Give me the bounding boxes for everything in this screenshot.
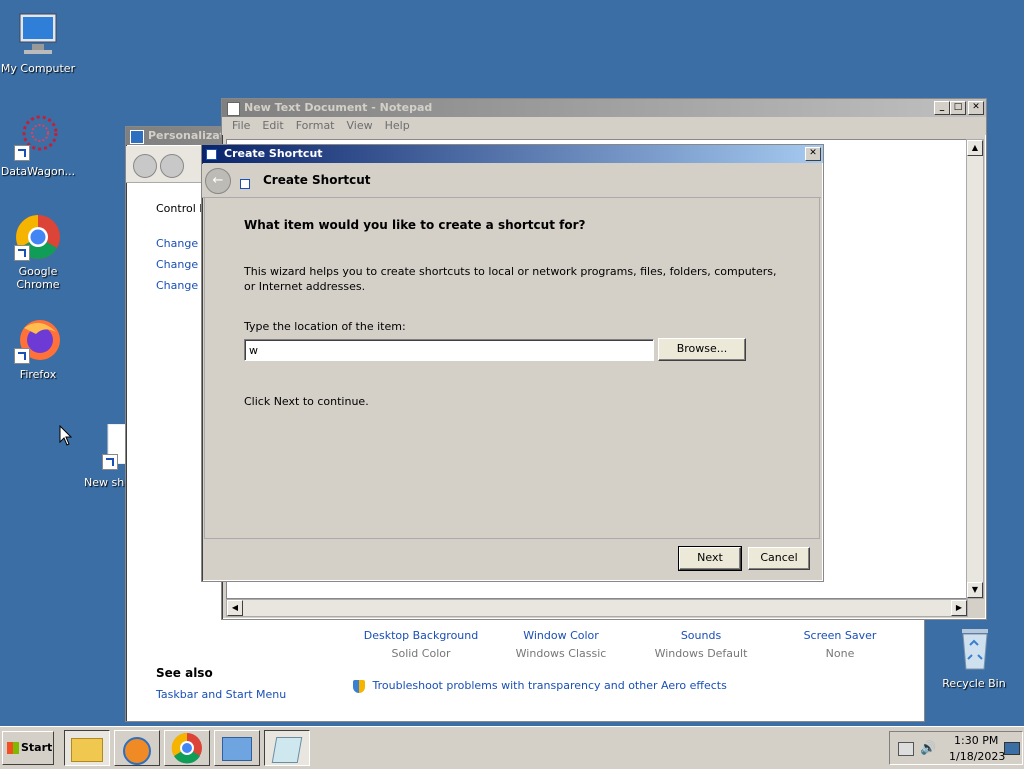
clock-date[interactable]: 1/18/2023 [949, 750, 1005, 763]
volume-icon[interactable]: 🔊 [920, 741, 936, 756]
new-shortcut-icon [90, 423, 131, 472]
browse-button[interactable]: Browse... [658, 338, 746, 361]
notepad-title: New Text Document - Notepad [244, 101, 433, 114]
taskbar-start-menu-link[interactable]: Taskbar and Start Menu [156, 688, 286, 701]
desktop-background-value: Solid Color [391, 647, 451, 660]
window-color-value: Windows Classic [515, 647, 607, 660]
notepad-icon [227, 102, 240, 116]
maximize-button[interactable]: □ [950, 101, 966, 115]
notepad-icon [271, 737, 303, 763]
horizontal-scrollbar[interactable]: ◀ ▶ [226, 599, 968, 617]
location-input[interactable] [244, 339, 654, 361]
menu-file[interactable]: File [232, 119, 250, 132]
forward-button-icon[interactable] [160, 154, 184, 178]
taskbar-control-panel-button[interactable] [214, 730, 260, 766]
screen-saver-value: None [825, 647, 855, 660]
chrome-icon [14, 213, 62, 261]
wizard-header: ← Create Shortcut [202, 164, 821, 198]
desktop-icon-label: DataWagon... [0, 165, 76, 178]
computer-icon [14, 10, 62, 58]
create-shortcut-dialog[interactable]: Create Shortcut ✕ ← Create Shortcut What… [201, 144, 824, 582]
shortcut-arrow-icon [14, 145, 30, 161]
desktop-icon-google-chrome[interactable]: Google Chrome [0, 213, 76, 291]
close-button[interactable]: ✕ [968, 101, 984, 115]
window-color-label: Window Color [523, 629, 599, 642]
sounds-item[interactable]: Sounds Windows Default [641, 629, 761, 660]
shortcut-arrow-icon [102, 454, 118, 470]
network-icon[interactable] [898, 742, 914, 756]
desktop-icon-label: My Computer [0, 62, 76, 75]
control-panel-icon [130, 130, 144, 144]
wizard-description: This wizard helps you to create shortcut… [244, 265, 777, 293]
back-button-icon[interactable] [133, 154, 157, 178]
taskbar-media-player-button[interactable] [114, 730, 160, 766]
wizard-header-icon [240, 179, 250, 189]
desktop-background-label: Desktop Background [363, 629, 479, 642]
taskbar: Start 🔊 1:30 PM 1/18/2023 [0, 726, 1024, 769]
troubleshoot-link: Troubleshoot problems with transparency … [372, 679, 727, 692]
troubleshoot-link-row[interactable]: Troubleshoot problems with transparency … [353, 679, 727, 693]
window-color-item[interactable]: Window Color Windows Classic [501, 629, 621, 660]
scroll-down-icon[interactable]: ▼ [967, 582, 983, 598]
create-shortcut-titlebar[interactable]: Create Shortcut ✕ [202, 145, 823, 163]
scroll-up-icon[interactable]: ▲ [967, 140, 983, 156]
desktop-icon-label: Firefox [19, 368, 57, 381]
taskbar-explorer-button[interactable] [64, 730, 110, 766]
continue-text: Click Next to continue. [244, 395, 369, 408]
cancel-button[interactable]: Cancel [748, 547, 810, 570]
chrome-icon [171, 732, 202, 764]
windows-logo-icon [7, 742, 19, 754]
system-tray: 🔊 1:30 PM 1/18/2023 [889, 731, 1023, 765]
mouse-cursor-icon [59, 424, 73, 450]
shortcut-arrow-icon [14, 245, 30, 261]
wizard-body: What item would you like to create a sho… [204, 197, 820, 539]
scroll-left-icon[interactable]: ◀ [227, 600, 243, 616]
desktop-background-item[interactable]: Desktop Background Solid Color [361, 629, 481, 660]
scroll-right-icon[interactable]: ▶ [951, 600, 967, 616]
shortcut-title-icon [206, 149, 217, 160]
folder-icon [71, 738, 103, 762]
desktop-icon-label: Google Chrome [16, 265, 60, 291]
start-button[interactable]: Start [2, 731, 54, 765]
menu-edit[interactable]: Edit [262, 119, 283, 132]
datawagon-icon [14, 113, 62, 161]
control-panel-icon [222, 737, 252, 761]
create-shortcut-title: Create Shortcut [224, 147, 323, 160]
desktop-icon-label: Recycle Bin [942, 677, 1006, 690]
clock-time[interactable]: 1:30 PM [954, 734, 998, 747]
menu-format[interactable]: Format [296, 119, 335, 132]
sounds-label: Sounds [680, 629, 722, 642]
show-desktop-icon[interactable] [1004, 742, 1020, 755]
desktop-icon-firefox[interactable]: Firefox [0, 316, 76, 381]
menu-view[interactable]: View [347, 119, 373, 132]
desktop-icon-recycle-bin[interactable]: Recycle Bin [936, 625, 1012, 690]
recycle-bin-icon [950, 625, 998, 673]
location-label: Type the location of the item: [244, 320, 406, 333]
sounds-value: Windows Default [654, 647, 748, 660]
start-label: Start [21, 741, 53, 754]
shortcut-arrow-icon [14, 348, 30, 364]
wizard-question: What item would you like to create a sho… [244, 218, 586, 232]
screen-saver-item[interactable]: Screen Saver None [780, 629, 900, 660]
personalization-title: Personalizati [148, 129, 229, 142]
desktop-icon-datawagon[interactable]: DataWagon... [0, 113, 76, 178]
next-button[interactable]: Next [678, 546, 742, 571]
wizard-header-title: Create Shortcut [263, 173, 371, 187]
minimize-button[interactable]: _ [934, 101, 950, 115]
shield-icon [353, 679, 365, 693]
back-arrow-icon[interactable]: ← [205, 168, 231, 194]
vertical-scrollbar[interactable]: ▲ ▼ [966, 139, 984, 599]
desktop-icon-my-computer[interactable]: My Computer [0, 10, 76, 75]
media-player-icon [123, 737, 151, 765]
notepad-titlebar[interactable]: New Text Document - Notepad _ □ ✕ [222, 99, 986, 117]
notepad-menubar: File Edit Format View Help [222, 117, 986, 135]
taskbar-notepad-button[interactable] [264, 730, 310, 766]
menu-help[interactable]: Help [385, 119, 410, 132]
screen-saver-label: Screen Saver [803, 629, 877, 642]
close-button[interactable]: ✕ [805, 147, 821, 161]
taskbar-chrome-button[interactable] [164, 730, 210, 766]
firefox-icon [14, 316, 62, 364]
see-also-heading: See also [156, 666, 213, 680]
